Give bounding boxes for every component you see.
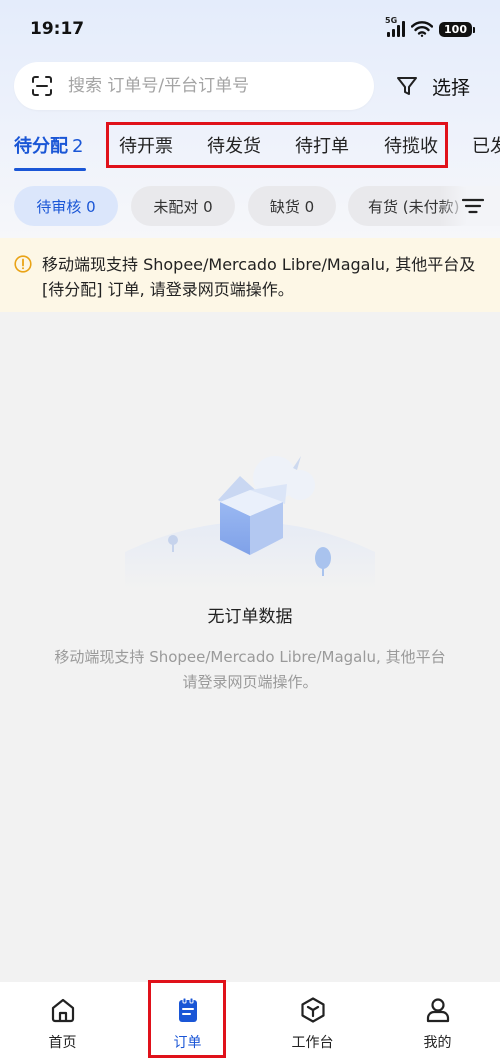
- filter-chips: 待审核 0 未配对 0 缺货 0 有货 (未付款): [0, 186, 500, 226]
- chip-out-of-stock[interactable]: 缺货 0: [248, 186, 336, 226]
- tab-pending-allocation[interactable]: 待分配 2: [14, 132, 83, 162]
- profile-icon: [426, 998, 449, 1023]
- tab-pending-invoice[interactable]: 待开票: [119, 132, 173, 162]
- scan-icon[interactable]: [30, 74, 54, 98]
- nav-orders[interactable]: 订单: [125, 982, 250, 1064]
- bottom-navigation: 首页 订单 工作台 我的: [0, 982, 500, 1064]
- tab-label: 待分配: [14, 136, 68, 157]
- workbench-icon: [300, 997, 325, 1023]
- battery-icon: 100: [439, 21, 475, 37]
- filter-button[interactable]: 选择: [396, 73, 470, 100]
- search-row: 选择: [14, 62, 490, 110]
- nav-workbench[interactable]: 工作台: [250, 982, 375, 1064]
- tab-shipped[interactable]: 已发: [472, 132, 500, 162]
- nav-label: 订单: [173, 1035, 202, 1051]
- order-status-tabs: 待分配 2 待开票 待发货 待打单 待揽收 已发: [0, 120, 500, 172]
- search-box[interactable]: [14, 62, 374, 110]
- wifi-icon: [411, 21, 434, 37]
- empty-state-description: 移动端现支持 Shopee/Mercado Libre/Magalu, 其他平台…: [54, 648, 446, 691]
- nav-home[interactable]: 首页: [0, 982, 125, 1064]
- empty-box-illustration: [125, 456, 375, 590]
- notice-banner: 移动端现支持 Shopee/Mercado Libre/Magalu, 其他平台…: [0, 238, 500, 312]
- active-tab-indicator: [14, 168, 86, 171]
- status-time: 19:17: [30, 19, 85, 39]
- chip-pending-review[interactable]: 待审核 0: [14, 186, 118, 226]
- notice-text: 移动端现支持 Shopee/Mercado Libre/Magalu, 其他平台…: [42, 255, 476, 299]
- tab-pending-pickup[interactable]: 待揽收: [384, 132, 438, 162]
- info-icon: [14, 255, 32, 273]
- tab-pending-shipment[interactable]: 待发货: [207, 132, 261, 162]
- search-input[interactable]: [68, 76, 328, 96]
- home-icon: [51, 998, 74, 1023]
- nav-label: 工作台: [291, 1035, 334, 1051]
- status-icons: 5G 100: [385, 16, 475, 37]
- status-bar: 19:17 5G 100: [0, 0, 500, 58]
- nav-label: 首页: [48, 1035, 77, 1051]
- network-type: 5G: [385, 16, 398, 25]
- order-icon: [178, 997, 197, 1022]
- chip-unmatched[interactable]: 未配对 0: [131, 186, 235, 226]
- nav-profile[interactable]: 我的: [375, 982, 500, 1064]
- nav-label: 我的: [423, 1035, 452, 1051]
- cellular-signal-icon: 5G: [385, 16, 406, 37]
- funnel-icon[interactable]: [396, 75, 418, 97]
- tab-pending-print[interactable]: 待打单: [295, 132, 349, 162]
- select-button[interactable]: 选择: [432, 73, 470, 100]
- empty-state-title: 无订单数据: [207, 607, 293, 627]
- sort-filter-icon[interactable]: [462, 197, 484, 215]
- tab-count: 2: [72, 136, 84, 157]
